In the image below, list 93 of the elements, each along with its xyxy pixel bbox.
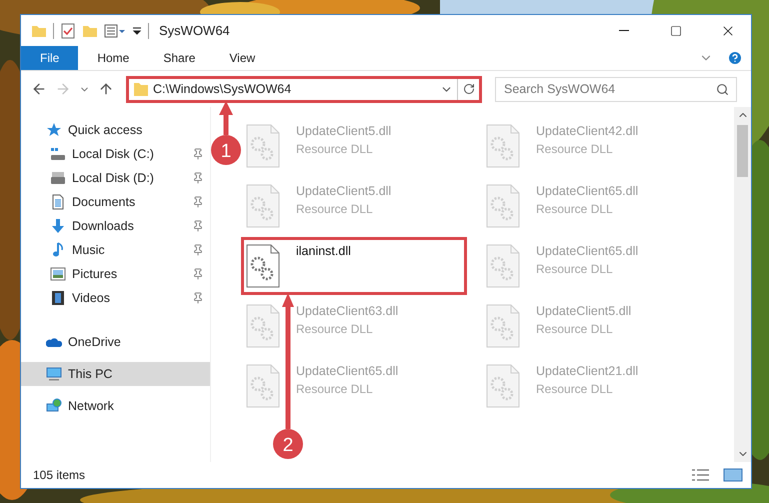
sidebar-label: Local Disk (D:): [72, 171, 155, 185]
file-name: UpdateClient5.dll: [296, 124, 392, 138]
pin-icon: [192, 196, 204, 208]
drive-icon: [50, 146, 66, 162]
sidebar-label: Quick access: [68, 123, 144, 137]
window-title: SysWOW64: [159, 23, 231, 38]
scroll-thumb[interactable]: [737, 125, 748, 177]
sidebar-label: Local Disk (C:): [72, 147, 155, 161]
sidebar-item[interactable]: Network: [21, 394, 210, 418]
sidebar-item[interactable]: This PC: [21, 362, 210, 386]
file-type: Resource DLL: [536, 262, 614, 276]
file-name: UpdateClient42.dll: [536, 124, 638, 138]
refresh-icon: [462, 83, 474, 95]
file-name: UpdateClient65.dll: [536, 184, 638, 198]
sidebar-item[interactable]: Documents: [21, 190, 210, 214]
star-icon: [46, 122, 62, 138]
document-icon: [50, 194, 66, 210]
properties-icon: [104, 22, 126, 38]
item-count: 105 items: [33, 468, 86, 482]
file-name: UpdateClient5.dll: [296, 184, 392, 198]
file-name: UpdateClient5.dll: [536, 304, 632, 318]
large-icons-view-icon: [723, 467, 743, 483]
sidebar-label: Videos: [72, 291, 111, 305]
sidebar-label: This PC: [68, 367, 114, 381]
file-type: Resource DLL: [536, 202, 614, 216]
address-field[interactable]: C:\Windows\SysWOW64: [126, 76, 482, 102]
sidebar-item[interactable]: Local Disk (D:): [21, 166, 210, 190]
sidebar-item[interactable]: OneDrive: [21, 330, 210, 354]
pin-icon: [192, 220, 204, 232]
file-type: Resource DLL: [536, 322, 614, 336]
sidebar-item[interactable]: Music: [21, 238, 210, 262]
file-type: Resource DLL: [296, 202, 374, 216]
maximize-icon: [670, 24, 682, 36]
settings-file-icon: [486, 304, 520, 348]
sidebar-item[interactable]: Local Disk (C:): [21, 142, 210, 166]
sidebar-label: Downloads: [72, 219, 135, 233]
music-note-icon: [50, 242, 66, 258]
ribbon-tab[interactable]: Share: [148, 46, 210, 70]
settings-file-icon: [486, 364, 520, 408]
drive-icon: [50, 170, 66, 186]
file-type: Resource DLL: [296, 382, 374, 396]
sidebar-label: Network: [68, 399, 115, 413]
sidebar-label: OneDrive: [68, 335, 122, 349]
settings-file-icon: [246, 184, 280, 228]
ribbon-tab[interactable]: View: [214, 46, 270, 70]
file-name: UpdateClient65.dll: [296, 364, 398, 378]
pin-icon: [192, 268, 204, 280]
number-badge: 2: [273, 429, 303, 459]
address-path: C:\Windows\SysWOW64: [153, 82, 292, 96]
pin-icon: [192, 292, 204, 304]
help-icon[interactable]: [727, 50, 743, 66]
sidebar-item[interactable]: Videos: [21, 286, 210, 310]
folder-icon: [133, 81, 149, 97]
settings-file-icon: [486, 184, 520, 228]
file-type: Resource DLL: [536, 382, 614, 396]
sidebar-item[interactable]: Quick access: [21, 118, 210, 142]
scrollbar[interactable]: [734, 107, 751, 462]
details-view-icon: [691, 467, 711, 483]
picture-icon: [50, 266, 66, 282]
settings-file-icon: [246, 364, 280, 408]
monitor-icon: [46, 366, 62, 382]
pin-icon: [192, 244, 204, 256]
file-name: UpdateClient65.dll: [536, 244, 638, 258]
download-arrow-icon: [50, 218, 66, 234]
sidebar-label: Music: [72, 243, 106, 257]
search-field[interactable]: Search SysWOW64: [495, 76, 737, 102]
film-icon: [50, 290, 66, 306]
settings-file-icon: [246, 124, 280, 168]
network-icon: [46, 398, 62, 414]
minimize-icon: [619, 30, 629, 31]
callout-arrow: [219, 101, 233, 135]
file-name: ilaninst.dll: [296, 244, 351, 258]
sidebar-label: Pictures: [72, 267, 118, 281]
file-type: Resource DLL: [296, 322, 374, 336]
file-name: UpdateClient63.dll: [296, 304, 398, 318]
number-badge: 1: [211, 135, 241, 165]
settings-file-icon: [486, 124, 520, 168]
file-name: UpdateClient21.dll: [536, 364, 638, 378]
pin-icon: [192, 172, 204, 184]
sidebar-item[interactable]: Downloads: [21, 214, 210, 238]
file-type: Resource DLL: [536, 142, 614, 156]
settings-file-icon: [486, 244, 520, 288]
file-menu-button[interactable]: File: [21, 46, 78, 70]
settings-file-icon: [246, 244, 280, 288]
settings-file-icon: [246, 304, 280, 348]
file-type: Resource DLL: [296, 142, 374, 156]
pin-icon: [192, 148, 204, 160]
sidebar-label: Documents: [72, 195, 136, 209]
search-icon: [716, 82, 729, 96]
sidebar-item[interactable]: Pictures: [21, 262, 210, 286]
file-item[interactable]: ilaninst.dll: [241, 237, 467, 295]
ribbon-tab[interactable]: Home: [82, 46, 144, 70]
checklist-icon: [60, 22, 76, 38]
